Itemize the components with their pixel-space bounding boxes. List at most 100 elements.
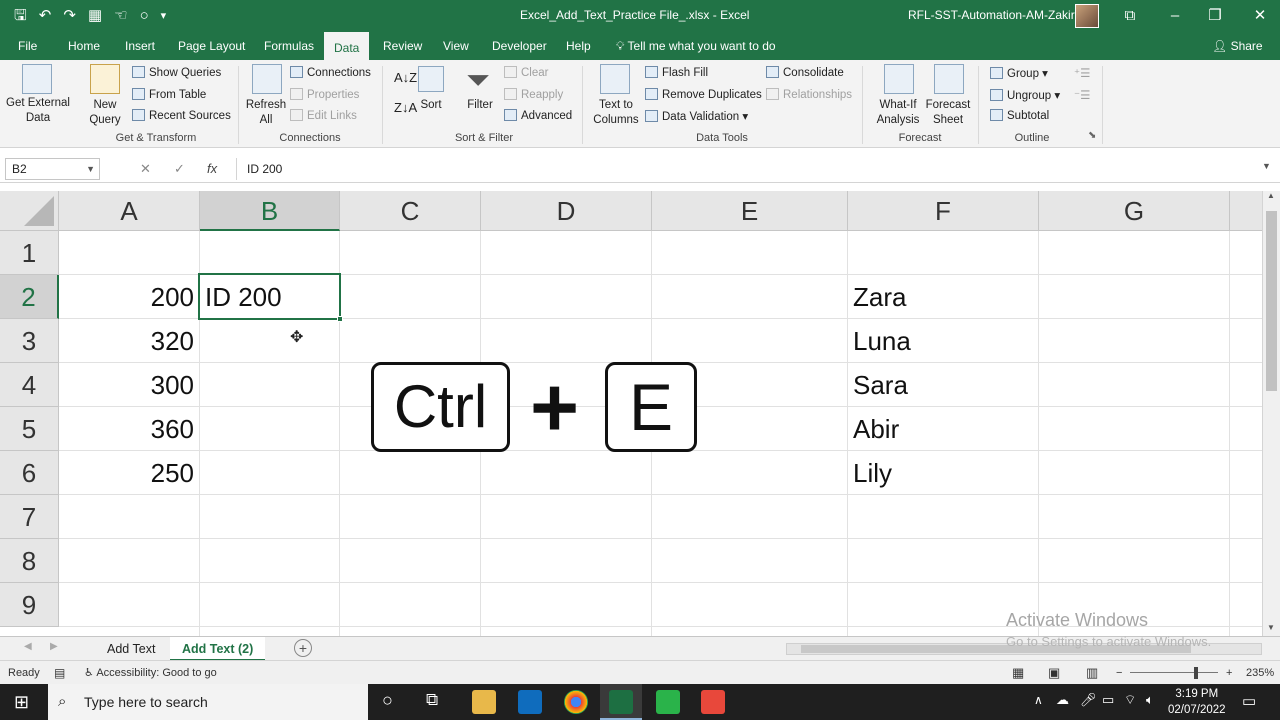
forecast-sheet-button[interactable]: Forecast Sheet <box>922 98 974 128</box>
what-if-analysis-button[interactable]: What-If Analysis <box>868 98 928 128</box>
tab-home[interactable]: Home <box>58 32 110 60</box>
connections-button[interactable]: Connections <box>290 66 371 79</box>
next-sheet-icon[interactable]: ▶ <box>50 641 58 652</box>
filter-button[interactable]: Filter <box>460 98 500 113</box>
recent-sources-button[interactable]: Recent Sources <box>132 109 231 122</box>
reapply-button[interactable]: Reapply <box>504 88 563 101</box>
row-header-5[interactable]: 5 <box>0 407 59 451</box>
tab-page-layout[interactable]: Page Layout <box>168 32 255 60</box>
confirm-entry-icon[interactable]: ✓ <box>174 158 185 180</box>
accessibility-status[interactable]: ♿︎ Accessibility: Good to go <box>84 661 217 685</box>
taskbar-clock[interactable]: 3:19 PM 02/07/2022 <box>1168 686 1226 718</box>
row-header-8[interactable]: 8 <box>0 539 59 583</box>
formula-input[interactable]: ID 200 <box>236 158 1266 180</box>
cell-a5[interactable]: 360 <box>59 407 199 451</box>
get-external-data-button[interactable]: Get External Data <box>4 96 72 126</box>
refresh-all-button[interactable]: Refresh All <box>244 98 288 128</box>
from-table-button[interactable]: From Table <box>132 88 206 101</box>
tab-insert[interactable]: Insert <box>115 32 165 60</box>
camtasia-green-icon[interactable] <box>656 690 680 714</box>
column-header-f[interactable]: F <box>848 191 1039 231</box>
page-break-view-icon[interactable]: ▥ <box>1086 661 1098 685</box>
outline-dialog-launcher-icon[interactable]: ⬊ <box>1088 130 1096 141</box>
cell-a3[interactable]: 320 <box>59 319 199 363</box>
volume-icon[interactable]: 🔈︎ <box>1146 692 1154 708</box>
sheet-tab-add-text[interactable]: Add Text <box>95 637 167 661</box>
excel-icon[interactable] <box>609 690 633 714</box>
zoom-in-icon[interactable]: + <box>1226 661 1232 685</box>
cell-a2[interactable]: 200 <box>59 275 199 319</box>
cell-f3[interactable]: Luna <box>848 319 1038 363</box>
fill-handle[interactable] <box>337 316 343 322</box>
shape-icon[interactable]: ○ <box>140 5 149 27</box>
onedrive-icon[interactable]: ☁ <box>1056 692 1069 708</box>
consolidate-button[interactable]: Consolidate <box>766 66 844 79</box>
properties-button[interactable]: Properties <box>290 88 359 101</box>
select-all-button[interactable] <box>0 191 59 231</box>
group-button[interactable]: Group ▾ <box>990 66 1048 80</box>
camtasia-red-icon[interactable] <box>701 690 725 714</box>
zoom-out-icon[interactable]: − <box>1116 661 1122 685</box>
file-explorer-icon[interactable] <box>472 690 496 714</box>
column-header-b[interactable]: B <box>200 191 340 231</box>
vertical-scroll-thumb[interactable] <box>1266 211 1277 391</box>
task-view-icon[interactable]: ⧉ <box>426 690 438 710</box>
restore-icon[interactable]: ❐ <box>1200 4 1230 28</box>
form-icon[interactable]: ▦ <box>88 5 102 27</box>
cell-f5[interactable]: Abir <box>848 407 1038 451</box>
row-header-6[interactable]: 6 <box>0 451 59 495</box>
account-name[interactable]: RFL-SST-Automation-AM-Zakir <box>908 8 1075 22</box>
chrome-icon[interactable] <box>564 690 588 714</box>
avatar[interactable] <box>1075 4 1099 28</box>
tab-review[interactable]: Review <box>373 32 432 60</box>
page-layout-view-icon[interactable]: ▣ <box>1048 661 1060 685</box>
subtotal-button[interactable]: Subtotal <box>990 109 1049 122</box>
clear-button[interactable]: Clear <box>504 66 548 79</box>
show-detail-icon[interactable]: ⁺☰ <box>1074 66 1090 80</box>
row-header-1[interactable]: 1 <box>0 231 59 275</box>
worksheet-grid[interactable]: A B C D E F G 1 2 3 4 5 6 7 8 9 200 320 … <box>0 191 1262 636</box>
row-header-7[interactable]: 7 <box>0 495 59 539</box>
show-queries-button[interactable]: Show Queries <box>132 66 221 79</box>
column-header-g[interactable]: G <box>1039 191 1230 231</box>
zoom-slider[interactable] <box>1130 672 1218 673</box>
scroll-down-icon[interactable]: ▼ <box>1267 623 1275 632</box>
customize-qat-icon[interactable]: ▾ <box>161 5 167 27</box>
notifications-icon[interactable]: ▭ <box>1242 692 1256 710</box>
column-header-a[interactable]: A <box>59 191 200 231</box>
expand-formula-bar-icon[interactable]: ▼ <box>1262 161 1271 171</box>
relationships-button[interactable]: Relationships <box>766 88 852 101</box>
save-icon[interactable]: 🖫 <box>14 5 27 27</box>
battery-icon[interactable]: ▭ <box>1102 692 1114 708</box>
microphone-icon[interactable]: 🎤︎ <box>1080 692 1097 708</box>
add-sheet-icon[interactable]: + <box>294 639 312 657</box>
scroll-up-icon[interactable]: ▲ <box>1267 191 1275 200</box>
column-header-partial[interactable] <box>1230 191 1262 231</box>
column-header-c[interactable]: C <box>340 191 481 231</box>
cell-a6[interactable]: 250 <box>59 451 199 495</box>
tab-file[interactable]: File <box>8 32 47 60</box>
wifi-icon[interactable]: ⌔ <box>1124 692 1136 708</box>
cell-a4[interactable]: 300 <box>59 363 199 407</box>
flash-fill-button[interactable]: Flash Fill <box>645 66 708 79</box>
share-button[interactable]: 👤︎ Share <box>1212 32 1263 60</box>
normal-view-icon[interactable]: ▦ <box>1012 661 1024 685</box>
touch-mode-icon[interactable]: ☜ <box>114 5 127 27</box>
undo-icon[interactable]: ↶ <box>39 5 52 27</box>
prev-sheet-icon[interactable]: ◀ <box>24 641 32 652</box>
outlook-icon[interactable] <box>518 690 542 714</box>
sort-button[interactable]: Sort <box>412 98 450 113</box>
insert-function-icon[interactable]: fx <box>207 158 217 180</box>
row-header-3[interactable]: 3 <box>0 319 59 363</box>
data-validation-button[interactable]: Data Validation ▾ <box>645 109 748 123</box>
cancel-entry-icon[interactable]: ✕ <box>140 158 151 180</box>
edit-links-button[interactable]: Edit Links <box>290 109 357 122</box>
cell-f6[interactable]: Lily <box>848 451 1038 495</box>
row-header-4[interactable]: 4 <box>0 363 59 407</box>
tab-developer[interactable]: Developer <box>482 32 557 60</box>
zoom-level[interactable]: 235% <box>1246 661 1274 685</box>
tell-me-search[interactable]: 💡︎ Tell me what you want to do <box>616 32 776 60</box>
tab-data[interactable]: Data <box>324 32 370 60</box>
taskbar-search[interactable]: ⌕ Type here to search <box>48 684 368 720</box>
windows-start-icon[interactable]: ⊞ <box>14 692 29 713</box>
